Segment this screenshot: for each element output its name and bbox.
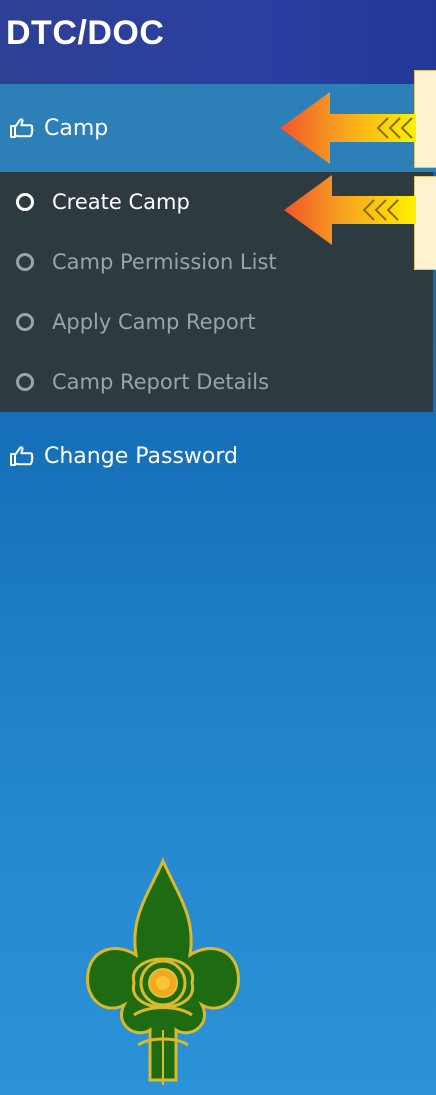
pointing-hand-icon <box>8 116 36 140</box>
circle-outline-icon <box>16 373 34 391</box>
submenu-item-label: Apply Camp Report <box>52 310 256 334</box>
circle-outline-icon <box>16 193 34 211</box>
sidebar-item-change-password[interactable]: Change Password <box>8 436 238 476</box>
submenu-item-label: Camp Report Details <box>52 370 270 394</box>
submenu-item-create-camp[interactable]: Create Camp <box>16 182 190 222</box>
circle-outline-icon <box>16 253 34 271</box>
scout-emblem-logo <box>86 857 240 1085</box>
submenu-item-apply-camp-report[interactable]: Apply Camp Report <box>16 302 256 342</box>
circle-outline-icon <box>16 313 34 331</box>
submenu-item-label: Create Camp <box>52 190 190 214</box>
sidebar-header: DTC/DOC <box>0 0 436 84</box>
submenu-item-label: Camp Permission List <box>52 250 277 274</box>
sidebar-item-label: Change Password <box>44 443 238 469</box>
highlight-arrow-icon <box>280 92 416 164</box>
highlight-arrow-icon <box>284 175 416 245</box>
pointing-hand-icon <box>8 444 36 468</box>
submenu-item-camp-permission-list[interactable]: Camp Permission List <box>16 242 277 282</box>
submenu-item-camp-report-details[interactable]: Camp Report Details <box>16 362 269 402</box>
sidebar-item-label: Camp <box>44 115 109 141</box>
app-title: DTC/DOC <box>6 14 165 52</box>
